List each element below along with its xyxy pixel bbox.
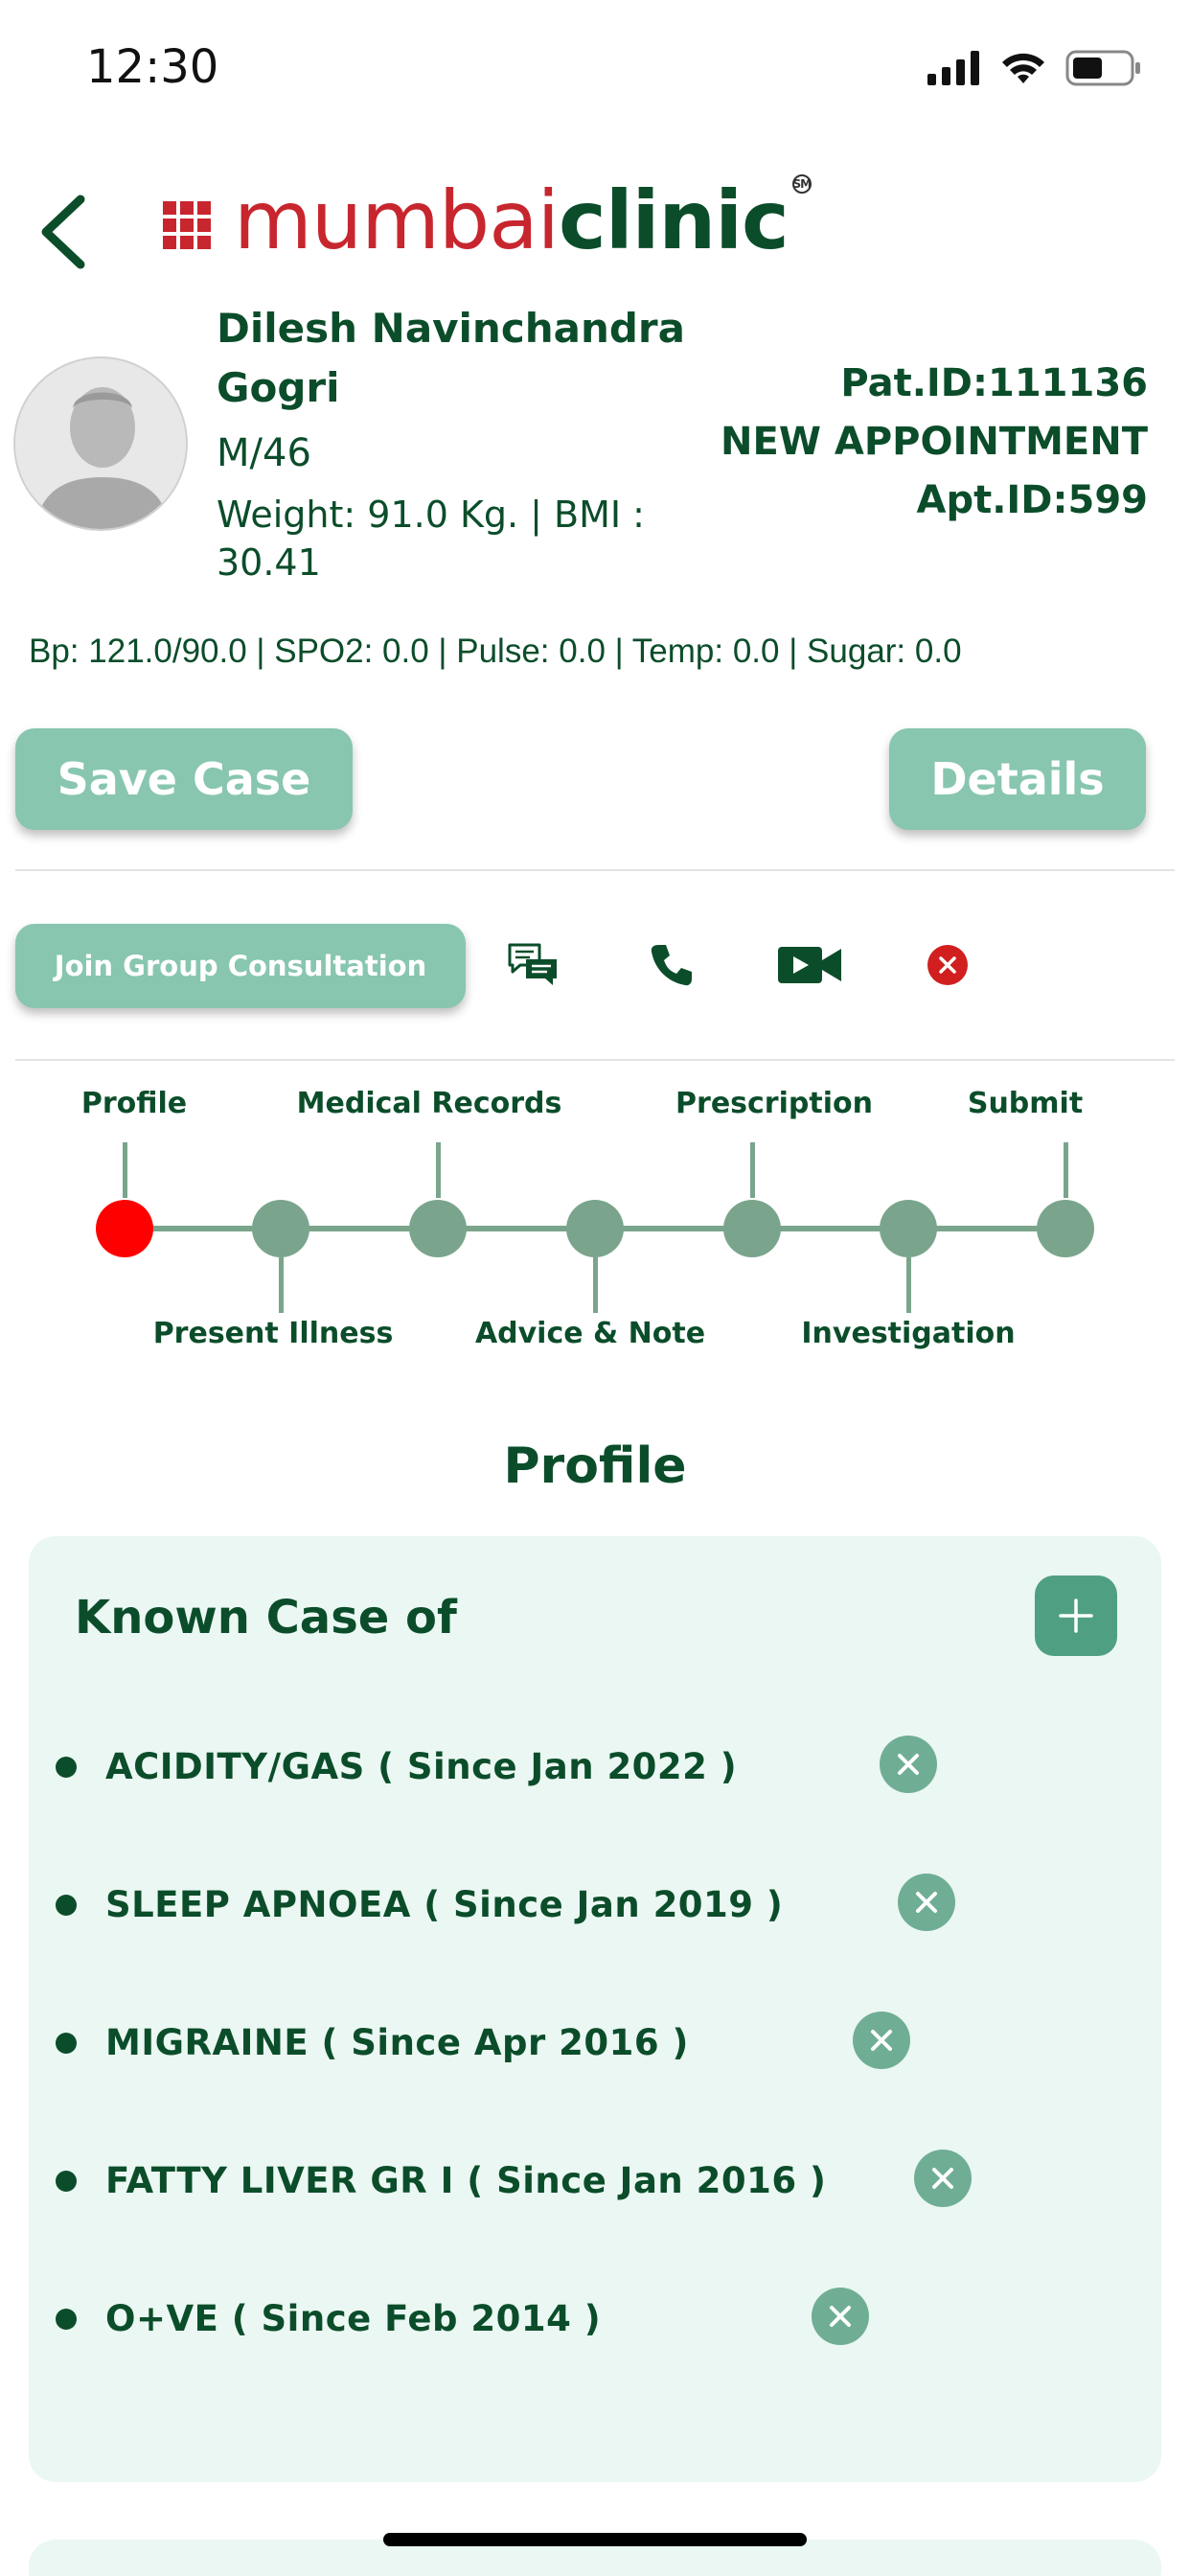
chevron-left-icon <box>41 195 85 269</box>
step-dot-present-illness[interactable] <box>252 1200 309 1257</box>
plus-icon <box>1059 1598 1093 1633</box>
close-icon <box>830 2306 851 2327</box>
step-dot-advice-note[interactable] <box>566 1200 624 1257</box>
close-icon <box>871 2030 892 2051</box>
phone-icon <box>651 945 692 986</box>
remove-case-button[interactable] <box>898 1874 955 1931</box>
close-icon <box>932 2168 953 2189</box>
step-label-submit[interactable]: Submit <box>968 1087 1083 1120</box>
step-dot-prescription[interactable] <box>723 1200 781 1257</box>
back-button[interactable] <box>36 192 94 272</box>
bullet <box>56 1894 77 1916</box>
wifi-icon <box>1002 53 1044 83</box>
step-tick <box>123 1142 127 1198</box>
chat-button[interactable] <box>500 932 567 999</box>
step-dot-investigation[interactable] <box>880 1200 937 1257</box>
home-indicator[interactable] <box>383 2533 807 2546</box>
video-call-button[interactable] <box>776 932 843 999</box>
person-placeholder-icon <box>15 358 186 529</box>
known-case-text: MIGRAINE ( Since Apr 2016 ) <box>105 2022 689 2063</box>
step-label-present-illness[interactable]: Present Illness <box>153 1317 394 1350</box>
divider <box>15 869 1175 871</box>
known-case-text: SLEEP APNOEA ( Since Jan 2019 ) <box>105 1884 784 1925</box>
step-label-prescription[interactable]: Prescription <box>675 1087 873 1120</box>
appointment-id: Apt.ID:599 <box>916 478 1148 522</box>
patient-sex-age: M/46 <box>217 431 311 475</box>
close-icon <box>927 945 968 985</box>
appointment-info: Pat.ID:111136 NEW APPOINTMENT Apt.ID:599 <box>721 355 1148 530</box>
divider <box>15 1059 1175 1061</box>
patient-id: Pat.ID:111136 <box>840 361 1148 405</box>
bullet <box>56 2308 77 2330</box>
brand-name-part2: clinic <box>559 173 790 267</box>
known-case-card <box>29 1536 1161 2482</box>
patient-weight-bmi: Weight: 91.0 Kg. | BMI : 30.41 <box>217 494 645 584</box>
step-tick <box>906 1257 911 1313</box>
remove-case-button[interactable] <box>880 1736 937 1793</box>
status-icons <box>927 50 1142 86</box>
known-case-text: ACIDITY/GAS ( Since Jan 2022 ) <box>105 1746 738 1787</box>
phone-call-button[interactable] <box>638 932 705 999</box>
step-tick <box>750 1142 755 1198</box>
patient-name: Dilesh Navinchandra Gogri <box>217 305 685 411</box>
step-label-investigation[interactable]: Investigation <box>801 1317 1015 1350</box>
patient-vitals: Bp: 121.0/90.0 | SPO2: 0.0 | Pulse: 0.0 … <box>29 632 962 670</box>
add-known-case-button[interactable] <box>1035 1576 1117 1656</box>
signal-icon <box>927 51 979 85</box>
save-case-button[interactable]: Save Case <box>15 728 353 830</box>
section-title: Profile <box>503 1438 687 1495</box>
step-tick <box>279 1257 284 1313</box>
bullet <box>56 1756 77 1778</box>
brand-logo: mumbaiclinic SM <box>163 174 812 261</box>
step-tick <box>593 1257 598 1313</box>
step-label-advice-note[interactable]: Advice & Note <box>475 1317 705 1350</box>
status-time: 12:30 <box>86 40 219 94</box>
bullet <box>56 2170 77 2192</box>
logo-grid-icon <box>163 201 211 249</box>
step-tick <box>1064 1142 1068 1198</box>
appointment-type: NEW APPOINTMENT <box>721 420 1148 464</box>
step-dot-submit[interactable] <box>1037 1200 1094 1257</box>
list-item: SLEEP APNOEA ( Since Jan 2019 ) <box>56 1884 783 1925</box>
chat-icon <box>508 943 557 985</box>
video-icon <box>778 947 841 983</box>
step-dot-medical-records[interactable] <box>409 1200 467 1257</box>
step-tick <box>436 1142 441 1198</box>
known-case-text: FATTY LIVER GR I ( Since Jan 2016 ) <box>105 2160 827 2201</box>
patient-avatar <box>13 356 188 531</box>
step-label-medical-records[interactable]: Medical Records <box>297 1087 562 1120</box>
close-icon <box>898 1754 919 1775</box>
battery-icon <box>1065 50 1140 86</box>
trademark-mark: SM <box>791 174 812 194</box>
remove-case-button[interactable] <box>812 2288 869 2345</box>
details-button[interactable]: Details <box>889 728 1146 830</box>
end-consultation-button[interactable] <box>914 932 981 999</box>
list-item: FATTY LIVER GR I ( Since Jan 2016 ) <box>56 2160 826 2201</box>
list-item: ACIDITY/GAS ( Since Jan 2022 ) <box>56 1746 737 1787</box>
step-dot-profile[interactable] <box>96 1200 153 1257</box>
step-label-profile[interactable]: Profile <box>81 1087 187 1120</box>
list-item: MIGRAINE ( Since Apr 2016 ) <box>56 2022 689 2063</box>
known-case-text: O+VE ( Since Feb 2014 ) <box>105 2298 602 2339</box>
remove-case-button[interactable] <box>853 2012 910 2069</box>
list-item: O+VE ( Since Feb 2014 ) <box>56 2298 601 2339</box>
brand-name-part1: mumbai <box>234 173 560 267</box>
bullet <box>56 2032 77 2054</box>
known-case-title: Known Case of <box>75 1591 457 1644</box>
remove-case-button[interactable] <box>914 2150 972 2207</box>
close-icon <box>916 1892 937 1913</box>
join-group-consultation-button[interactable]: Join Group Consultation <box>15 924 466 1008</box>
